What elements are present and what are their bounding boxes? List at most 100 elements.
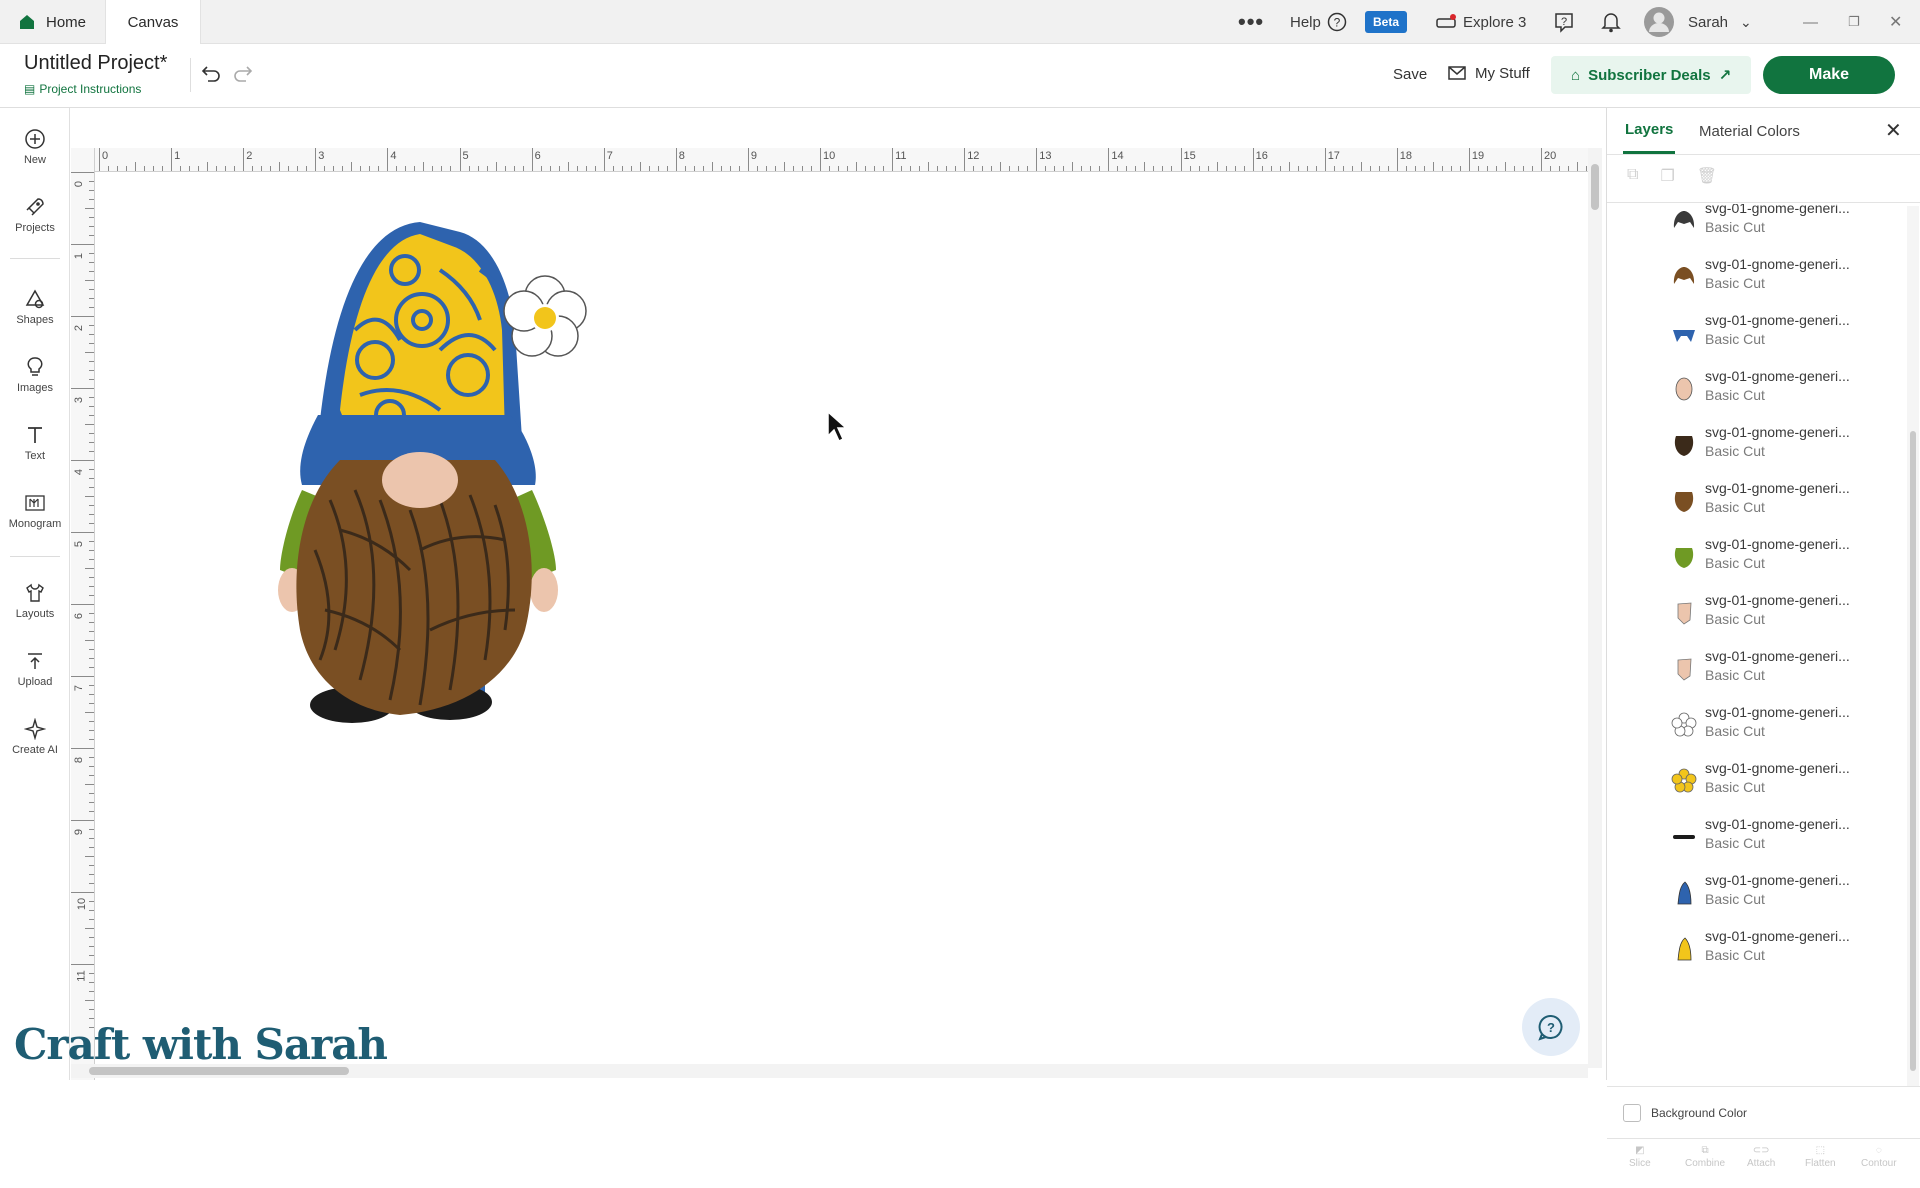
shapes-icon [25,289,45,309]
layer-row[interactable]: svg-01-gnome-generi... Basic Cut [1607,810,1905,866]
background-color-row[interactable]: Background Color [1607,1086,1920,1138]
layer-name: svg-01-gnome-generi... [1705,928,1850,944]
layer-row[interactable]: svg-01-gnome-generi... Basic Cut [1607,642,1905,698]
beta-badge[interactable]: Beta [1365,0,1408,44]
help-chat-button[interactable]: ? [1522,998,1580,1056]
user-menu[interactable]: Sarah ⌄ [1644,0,1752,44]
ruler-tick [342,166,344,171]
ruler-tick [928,162,930,171]
layer-row[interactable]: svg-01-gnome-generi... Basic Cut [1607,362,1905,418]
ruler-tick [387,148,389,171]
layer-row[interactable]: svg-01-gnome-generi... Basic Cut [1607,474,1905,530]
tool-create-ai[interactable]: Create AI [0,718,70,756]
ruler-tick [1486,166,1488,171]
flatten-button[interactable]: ⬚ Flatten [1805,1145,1836,1169]
layer-name: svg-01-gnome-generi... [1705,312,1850,328]
tab-canvas[interactable]: Canvas [105,0,201,44]
my-stuff-button[interactable]: My Stuff [1447,64,1530,82]
ruler-tick [89,262,94,263]
window-restore-button[interactable]: ❐ [1848,0,1860,44]
layer-row[interactable]: svg-01-gnome-generi... Basic Cut [1607,204,1905,250]
ruler-tick [1000,162,1002,171]
title-divider [190,58,191,92]
notifications-button[interactable] [1601,0,1621,44]
save-button[interactable]: Save [1393,66,1427,83]
layer-row[interactable]: svg-01-gnome-generi... Basic Cut [1607,922,1905,978]
tool-monogram[interactable]: Monogram [0,492,70,530]
ruler-tick [1414,166,1416,171]
ruler-tick [71,604,94,605]
redo-button[interactable] [232,62,254,89]
duplicate-icon[interactable]: ❐ [1660,166,1674,186]
ruler-tick [1027,166,1029,171]
undo-button[interactable] [200,62,222,89]
ruler-tick [576,166,578,171]
scrollbar-thumb[interactable] [1910,431,1916,1071]
layer-row[interactable]: svg-01-gnome-generi... Basic Cut [1607,698,1905,754]
ruler-label: 9 [73,828,86,836]
layer-row[interactable]: svg-01-gnome-generi... Basic Cut [1607,250,1905,306]
window-close-button[interactable]: ✕ [1889,0,1902,44]
window-minimize-button[interactable]: — [1803,0,1818,44]
scrollbar-thumb[interactable] [1591,164,1599,210]
ruler-tick [333,166,335,171]
subscriber-deals-button[interactable]: ⌂ Subscriber Deals ↗ [1551,56,1752,94]
more-options-button[interactable]: ••• [1238,0,1264,44]
svg-text:?: ? [1547,1020,1555,1035]
ruler-tick [684,166,686,171]
tool-shapes[interactable]: Shapes [0,288,70,326]
tab-home[interactable]: Home [14,0,90,44]
ruler-tick [89,595,94,596]
layer-operation: Basic Cut [1705,779,1765,795]
contour-button[interactable]: ◌ Contour [1861,1145,1897,1169]
project-instructions-link[interactable]: ▤ Project Instructions [24,82,141,96]
tab-material-colors[interactable]: Material Colors [1699,108,1800,154]
layers-scrollbar[interactable] [1907,206,1919,1086]
panel-tab-divider [1607,154,1920,155]
ruler-tick [89,739,94,740]
layer-thumbnail-icon [1671,824,1697,850]
ruler-tick [1171,166,1173,171]
ruler-tick [89,379,94,380]
layer-row[interactable]: svg-01-gnome-generi... Basic Cut [1607,586,1905,642]
make-button[interactable]: Make [1763,56,1895,94]
tool-projects[interactable]: Projects [0,196,70,234]
combine-icon: ⧉ [1701,1145,1709,1156]
ruler-tick [504,166,506,171]
combine-button[interactable]: ⧉ Combine [1685,1145,1725,1169]
gnome-artwork[interactable] [240,210,600,730]
tool-layouts[interactable]: Layouts [0,582,70,620]
layer-operation: Basic Cut [1705,947,1765,963]
ruler-label: 17 [1327,150,1340,162]
layer-operation: Basic Cut [1705,331,1765,347]
background-color-checkbox[interactable] [1623,1103,1641,1122]
ruler-tick [71,820,94,821]
layer-row[interactable]: svg-01-gnome-generi... Basic Cut [1607,306,1905,362]
tab-layers[interactable]: Layers [1623,108,1676,154]
canvas-scrollbar-vertical[interactable] [1588,148,1602,1068]
layer-name: svg-01-gnome-generi... [1705,368,1850,384]
close-panel-button[interactable]: ✕ [1885,118,1902,143]
question-button[interactable]: ? [1553,0,1575,44]
layer-name: svg-01-gnome-generi... [1705,704,1850,720]
layer-row[interactable]: svg-01-gnome-generi... Basic Cut [1607,530,1905,586]
tool-new[interactable]: New [0,128,70,166]
ruler-label: 2 [246,150,253,162]
machine-selector[interactable]: Explore 3 [1435,0,1526,44]
layer-operation: Basic Cut [1705,835,1765,851]
ruler-tick [89,325,94,326]
layer-row[interactable]: svg-01-gnome-generi... Basic Cut [1607,866,1905,922]
layer-row[interactable]: svg-01-gnome-generi... Basic Cut [1607,754,1905,810]
tool-images[interactable]: Images [0,356,70,394]
layer-row[interactable]: svg-01-gnome-generi... Basic Cut [1607,418,1905,474]
group-icon[interactable]: ⧉ [1627,166,1638,186]
tool-upload[interactable]: Upload [0,650,70,688]
ruler-tick [1450,166,1452,171]
project-title[interactable]: Untitled Project* [24,52,167,75]
slice-button[interactable]: ◩ Slice [1629,1145,1651,1169]
ruler-tick [1081,166,1083,171]
trash-icon[interactable]: 🗑 [1697,166,1717,186]
help-button[interactable]: Help ? [1290,0,1347,44]
tool-text[interactable]: Text [0,424,70,462]
attach-button[interactable]: ⊂⊃ Attach [1747,1145,1775,1169]
